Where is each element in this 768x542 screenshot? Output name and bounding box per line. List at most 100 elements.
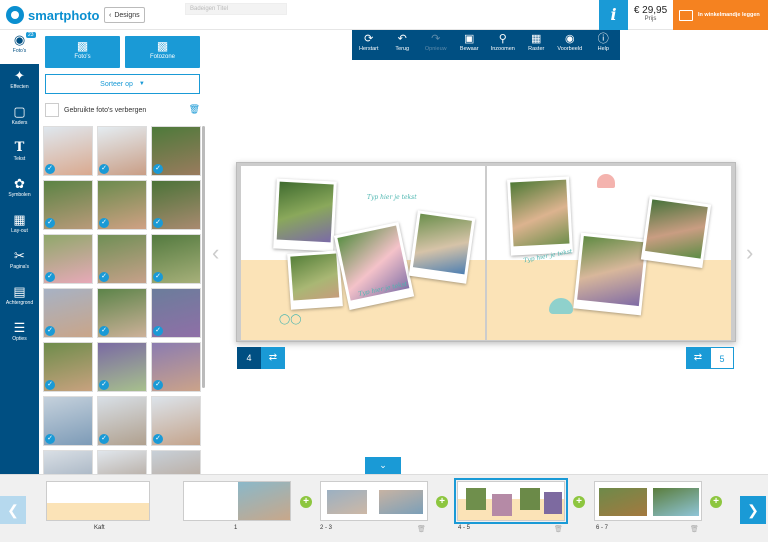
grid-button[interactable]: ▦ Raster — [520, 30, 554, 60]
spread-thumbnail[interactable] — [183, 481, 291, 521]
undo-button[interactable]: ↶ Terug — [386, 30, 420, 60]
expand-filmstrip-button[interactable]: ⌄ — [365, 457, 401, 474]
used-check-icon: ✓ — [45, 380, 55, 390]
hide-used-row: Gebruikte foto's verbergen 🗑 — [45, 103, 200, 117]
photo-thumbnail[interactable]: ✓ — [151, 234, 201, 284]
add-page-button[interactable]: + — [710, 496, 722, 508]
photo-thumbnail[interactable]: ✓ — [97, 288, 147, 338]
sidebar-item-label: Achtergrond — [5, 300, 34, 306]
text-icon: T — [14, 140, 25, 155]
help-button[interactable]: ⓘ Help — [587, 30, 621, 60]
trash-icon[interactable]: 🗑 — [189, 104, 200, 115]
filmstrip-next-button[interactable]: ❯ — [740, 496, 766, 524]
spread-thumbnail[interactable] — [320, 481, 428, 521]
delete-spread-icon[interactable]: 🗑 — [554, 525, 563, 533]
photo-frame[interactable]: Typ hier je tekst — [333, 221, 415, 311]
photo-thumbnail[interactable]: ✓ — [43, 234, 93, 284]
preview-button[interactable]: ◉ Voorbeeld — [553, 30, 587, 60]
photo-thumbnail[interactable]: ✓ — [43, 180, 93, 230]
photo-thumbnail[interactable]: ✓ — [97, 180, 147, 230]
photo-thumbnail[interactable] — [97, 450, 147, 474]
photo-frame[interactable] — [640, 195, 712, 269]
delete-spread-icon[interactable]: 🗑 — [417, 525, 426, 533]
sidebar-item-label: Effecten — [10, 84, 29, 90]
photo-thumbnail[interactable]: ✓ — [151, 126, 201, 176]
used-check-icon: ✓ — [45, 218, 55, 228]
photo-thumbnail[interactable]: ✓ — [97, 342, 147, 392]
photo-thumbnail[interactable] — [151, 450, 201, 474]
brand-logo[interactable]: smartphoto — [6, 6, 100, 24]
spread-thumbnail-selected[interactable] — [454, 478, 568, 524]
hide-used-checkbox[interactable] — [45, 103, 59, 117]
spread-preview — [599, 488, 647, 516]
photo-thumbnail[interactable] — [43, 450, 93, 474]
photo-thumbnail[interactable]: ✓ — [43, 288, 93, 338]
shuffle-left-button[interactable]: ⇄ — [261, 347, 285, 369]
used-check-icon: ✓ — [99, 164, 109, 174]
photo-image — [276, 181, 334, 243]
redo-button[interactable]: ↷ Opnieuw — [419, 30, 453, 60]
sort-dropdown[interactable]: Sorteer op ▼ — [45, 74, 200, 94]
spread-label: 1 — [234, 525, 238, 531]
sidebar-item-frames[interactable]: ▢ Kaders — [0, 102, 39, 136]
info-button[interactable]: i — [599, 0, 628, 30]
photo-frame[interactable] — [287, 250, 343, 310]
photo-thumbnail[interactable]: ✓ — [151, 396, 201, 446]
add-page-button[interactable]: + — [573, 496, 585, 508]
save-button[interactable]: ▣ Bewaar — [453, 30, 487, 60]
sidebar-item-symbols[interactable]: ✿ Symbolen — [0, 174, 39, 208]
photo-frame[interactable]: Typ hier je tekst — [507, 176, 573, 264]
title-input[interactable]: Badeigen Titel — [185, 3, 287, 15]
spread-thumbnail[interactable] — [46, 481, 150, 521]
cart-icon — [679, 9, 693, 21]
text-box[interactable]: Typ hier je tekst — [367, 194, 417, 201]
photo-panel-scrollbar[interactable] — [202, 126, 205, 388]
delete-spread-icon[interactable]: 🗑 — [690, 525, 699, 533]
photo-frame[interactable] — [273, 178, 337, 252]
used-check-icon: ✓ — [153, 272, 163, 282]
photo-thumbnail[interactable]: ✓ — [97, 234, 147, 284]
app-window: smartphoto ‹ Designs Badeigen Titel i € … — [0, 0, 768, 542]
sidebar-item-effects[interactable]: ✦ Effecten — [0, 66, 39, 100]
previous-spread-arrow[interactable]: ‹ — [212, 240, 219, 266]
next-spread-arrow[interactable]: › — [746, 240, 753, 266]
photo-image — [44, 451, 92, 474]
photo-thumbnail[interactable]: ✓ — [151, 342, 201, 392]
toolbar-label: Help — [597, 46, 609, 52]
spread-thumbnail[interactable] — [594, 481, 702, 521]
photo-thumbnail[interactable]: ✓ — [43, 396, 93, 446]
add-photozone-button[interactable]: ▩ Fotozone — [125, 36, 200, 68]
zoom-button[interactable]: ⚲ Inzoomen — [486, 30, 520, 60]
designs-button[interactable]: ‹ Designs — [104, 7, 145, 23]
photobook-spread[interactable]: Typ hier je tekst Typ hier je tekst ◯◯ T… — [236, 162, 736, 342]
left-page[interactable]: Typ hier je tekst Typ hier je tekst ◯◯ — [241, 166, 485, 340]
sidebar-item-pages[interactable]: ✂ Pagina's — [0, 246, 39, 280]
add-page-button[interactable]: + — [300, 496, 312, 508]
sidebar-item-photos[interactable]: ◉ Foto's 23 — [0, 30, 39, 64]
sidebar-item-layout[interactable]: ▦ Lay-out — [0, 210, 39, 244]
right-page[interactable]: Typ hier je tekst — [487, 166, 731, 340]
magic-wand-icon: ✦ — [14, 68, 25, 83]
photo-thumbnail[interactable]: ✓ — [151, 288, 201, 338]
sidebar-item-background[interactable]: ▤ Achtergrond — [0, 282, 39, 316]
filmstrip-prev-button[interactable]: ❮ — [0, 496, 26, 524]
photo-thumbnail[interactable]: ✓ — [97, 126, 147, 176]
add-to-cart-button[interactable]: In winkelmandje leggen — [673, 0, 768, 30]
right-page-number: 5 — [710, 347, 734, 369]
photo-thumbnail[interactable]: ✓ — [43, 342, 93, 392]
used-check-icon: ✓ — [153, 164, 163, 174]
sidebar-item-text[interactable]: T Tekst — [0, 138, 39, 172]
top-header: smartphoto ‹ Designs Badeigen Titel i € … — [0, 0, 768, 30]
used-check-icon: ✓ — [153, 218, 163, 228]
photo-thumbnail[interactable]: ✓ — [151, 180, 201, 230]
photo-frame[interactable] — [573, 232, 649, 316]
restart-button[interactable]: ⟳ Herstart — [352, 30, 386, 60]
shuffle-right-button[interactable]: ⇄ — [686, 347, 710, 369]
photo-frame[interactable] — [408, 210, 476, 284]
sidebar-item-options[interactable]: ☰ Opties — [0, 318, 39, 352]
add-photos-button[interactable]: ▩ Foto's — [45, 36, 120, 68]
photo-thumbnail[interactable]: ✓ — [43, 126, 93, 176]
photo-thumbnail[interactable]: ✓ — [97, 396, 147, 446]
add-page-button[interactable]: + — [436, 496, 448, 508]
shuffle-icon: ⇄ — [268, 352, 278, 363]
